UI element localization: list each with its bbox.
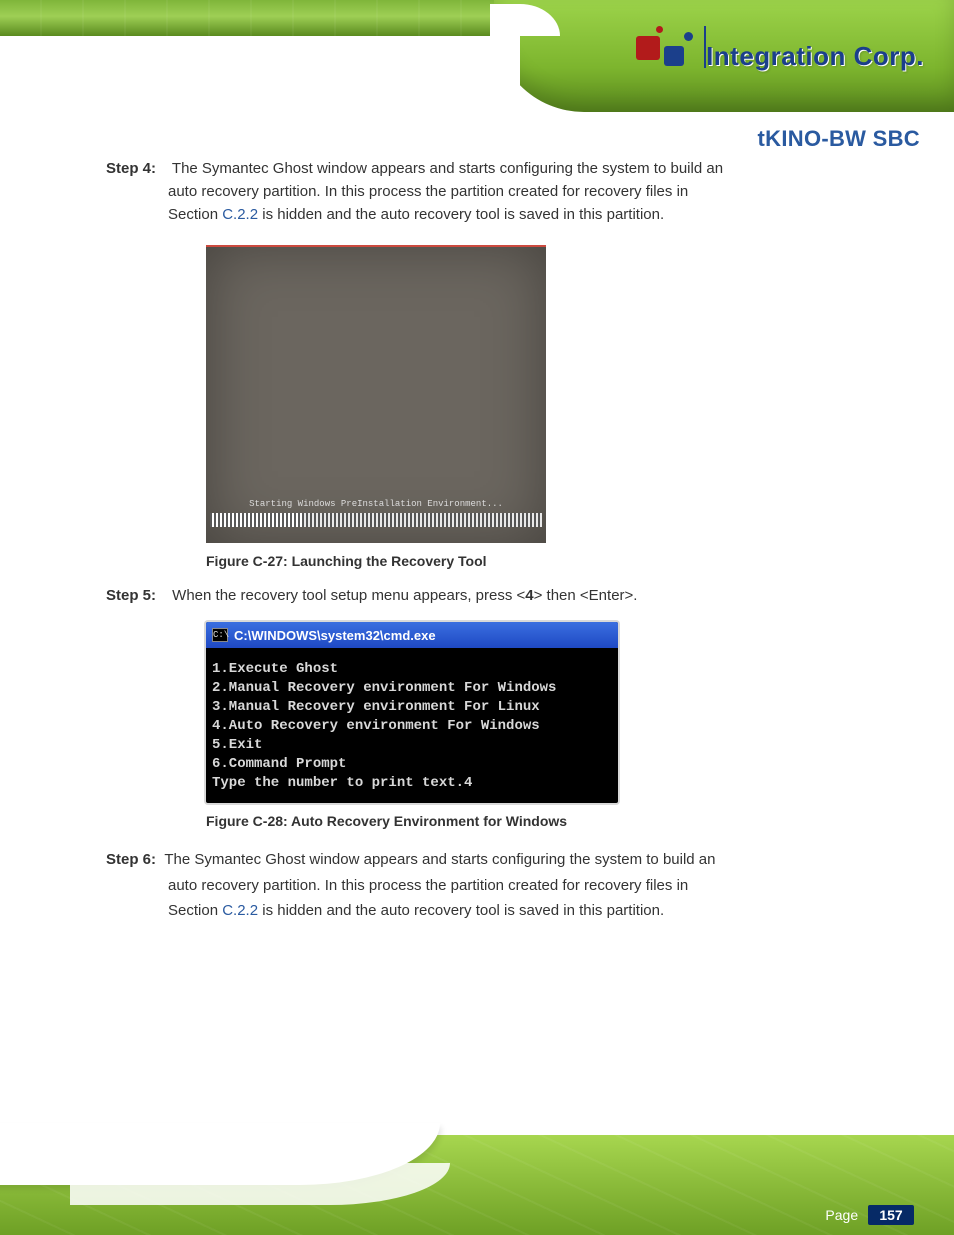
step4-text-a: The Symantec Ghost window appears and st… <box>172 160 723 177</box>
footer-curve-inner <box>70 1163 450 1205</box>
step4-line2: auto recovery partition. In this process… <box>106 183 866 200</box>
brand-logo-icon <box>636 26 700 72</box>
figure2-caption: Figure C-28: Auto Recovery Environment f… <box>206 813 866 829</box>
page-number-value: 157 <box>868 1205 914 1225</box>
header-white-fill <box>0 36 520 112</box>
step5-number: Step 5: <box>106 587 168 604</box>
cmd-titlebar: C:\ C:\WINDOWS\system32\cmd.exe <box>206 622 618 648</box>
cmd-title: C:\WINDOWS\system32\cmd.exe <box>234 629 436 642</box>
step6-text-c1: Section <box>106 902 222 919</box>
step6-text-b: auto recovery partition. In this process… <box>106 873 688 899</box>
step6-paragraph: Step 6: The Symantec Ghost window appear… <box>106 847 866 924</box>
step5-line: Step 5: When the recovery tool setup men… <box>106 587 866 604</box>
section-ref: C.2.2 <box>222 206 258 223</box>
figure1-redline <box>206 245 546 247</box>
section-ref-2: C.2.2 <box>222 902 258 919</box>
page-header: Integration Corp. <box>0 0 954 112</box>
step4-line1: Step 4: The Symantec Ghost window appear… <box>106 160 866 177</box>
page-footer: Page 157 <box>0 1135 954 1235</box>
cmd-body: 1.Execute Ghost 2.Manual Recovery enviro… <box>206 648 618 803</box>
page-label: Page <box>825 1207 858 1223</box>
step5-text-b: > then <Enter>. <box>534 587 638 604</box>
page-content: Step 4: The Symantec Ghost window appear… <box>106 160 866 924</box>
step5-text-a: When the recovery tool setup menu appear… <box>172 587 525 604</box>
step5-key: 4 <box>525 587 533 604</box>
figure-cmd-window: C:\ C:\WINDOWS\system32\cmd.exe 1.Execut… <box>206 622 618 803</box>
figure1-boot-message: Starting Windows PreInstallation Environ… <box>249 500 503 509</box>
step4-line3: Section C.2.2 is hidden and the auto rec… <box>106 206 866 223</box>
cmd-icon: C:\ <box>212 628 228 642</box>
brand-name: Integration Corp. <box>706 41 924 72</box>
step6-text-a: The Symantec Ghost window appears and st… <box>164 851 715 868</box>
page-number: Page 157 <box>825 1205 914 1225</box>
product-model-label: tKINO-BW SBC <box>758 126 920 152</box>
step4-text-c1: Section <box>168 206 222 223</box>
step6-text-c2: is hidden and the auto recovery tool is … <box>258 902 664 919</box>
brand: Integration Corp. <box>636 26 924 72</box>
figure1-progress-bar <box>210 513 542 527</box>
step6-number: Step 6: <box>106 851 156 868</box>
step4-text-c2: is hidden and the auto recovery tool is … <box>258 206 664 223</box>
figure-recovery-boot: Starting Windows PreInstallation Environ… <box>206 245 546 543</box>
step4-number: Step 4: <box>106 160 168 177</box>
figure1-caption: Figure C-27: Launching the Recovery Tool <box>206 553 866 569</box>
